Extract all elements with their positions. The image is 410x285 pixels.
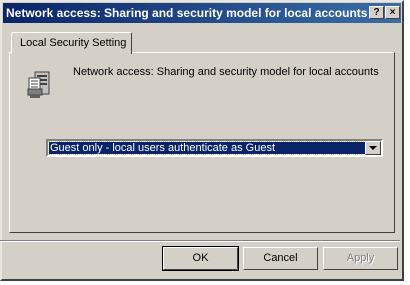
cancel-button[interactable]: Cancel — [243, 247, 318, 270]
ok-button[interactable]: OK — [162, 246, 239, 271]
help-button[interactable]: ? — [369, 6, 384, 19]
tab-panel — [9, 52, 395, 233]
title-bar[interactable]: Network access: Sharing and security mod… — [3, 3, 401, 23]
separator — [0, 240, 400, 242]
tab-local-security-setting[interactable]: Local Security Setting — [11, 32, 132, 54]
window-title: Network access: Sharing and security mod… — [6, 6, 368, 20]
apply-button[interactable]: Apply — [323, 247, 398, 270]
tab-label: Local Security Setting — [20, 37, 127, 49]
close-button[interactable]: × — [385, 6, 400, 19]
